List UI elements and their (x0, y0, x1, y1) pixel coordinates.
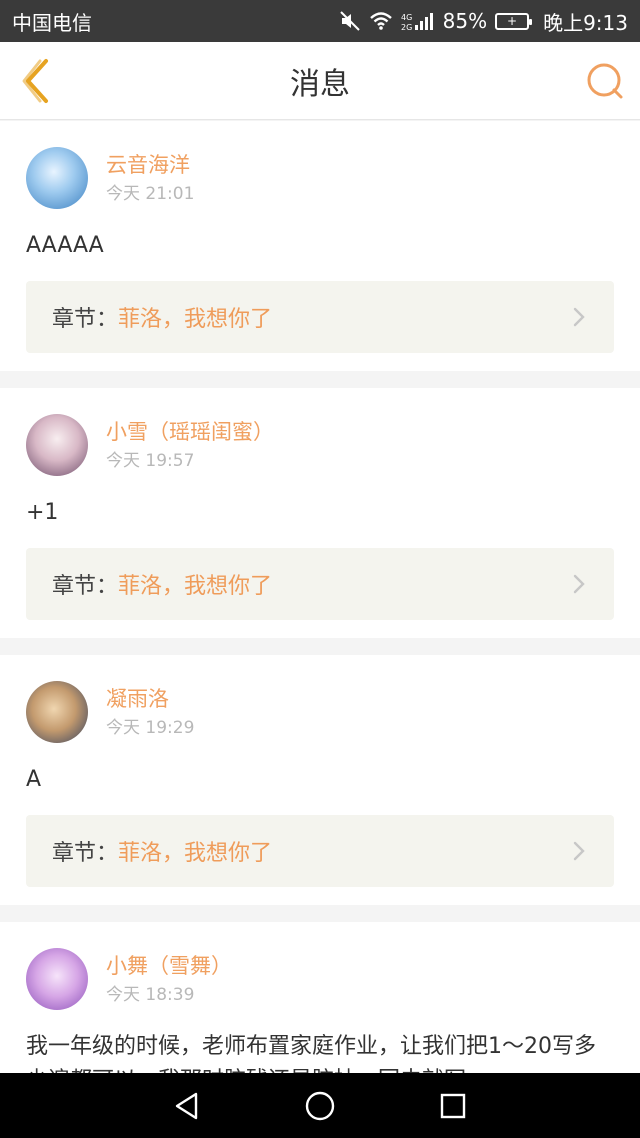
square-recents-icon (441, 1093, 466, 1118)
search-icon (587, 63, 623, 99)
recents-key[interactable] (423, 1076, 483, 1136)
chapter-title: 菲洛，我想你了 (118, 574, 273, 599)
message-card: 小雪（瑶瑶闺蜜） 今天 19:57 +1 章节： 菲洛，我想你了 (0, 388, 640, 638)
battery-icon: + (495, 12, 533, 30)
back-button[interactable] (14, 56, 58, 106)
message-text: AAAAA (26, 233, 104, 258)
message-card: 云音海洋 今天 21:01 AAAAA 章节： 菲洛，我想你了 (0, 121, 640, 371)
chapter-link[interactable]: 章节： 菲洛，我想你了 (26, 548, 614, 620)
message-text: A (26, 767, 42, 792)
svg-text:4G: 4G (401, 13, 412, 22)
message-list[interactable]: 云音海洋 今天 21:01 AAAAA 章节： 菲洛，我想你了 小雪（瑶瑶闺蜜）… (0, 121, 640, 1073)
app-header: 消息 (0, 42, 640, 120)
username[interactable]: 云音海洋 (106, 150, 194, 180)
triangle-back-icon (175, 1092, 197, 1119)
message-card: 小舞（雪舞） 今天 18:39 我一年级的时候，老师布置家庭作业，让我们把1～2… (0, 922, 640, 1073)
chevron-right-icon (572, 305, 588, 329)
timestamp: 今天 19:57 (106, 451, 195, 471)
status-icons: 4G 2G 85% + 晚上9:13 (339, 7, 628, 36)
avatar[interactable] (26, 681, 88, 743)
chapter-title: 菲洛，我想你了 (118, 307, 273, 332)
avatar[interactable] (26, 948, 88, 1010)
username[interactable]: 小舞（雪舞） (106, 951, 232, 981)
chevron-left-icon (22, 59, 48, 103)
circle-home-icon (305, 1091, 335, 1120)
chapter-link[interactable]: 章节： 菲洛，我想你了 (26, 281, 614, 353)
clock: 晚上9:13 (543, 10, 628, 35)
chevron-right-icon (572, 572, 588, 596)
signal-icon: 4G 2G (401, 11, 435, 31)
home-key[interactable] (290, 1076, 350, 1136)
timestamp: 今天 21:01 (106, 184, 195, 204)
back-key[interactable] (157, 1076, 217, 1136)
chapter-title: 菲洛，我想你了 (118, 841, 273, 866)
status-bar: 中国电信 4G 2G 85% + 晚上9:13 (0, 0, 640, 42)
message-card: 凝雨洛 今天 19:29 A 章节： 菲洛，我想你了 (0, 655, 640, 905)
message-text: +1 (26, 500, 59, 525)
carrier-label: 中国电信 (12, 10, 92, 35)
battery-percent: 85% (442, 9, 488, 33)
chapter-label: 章节： (52, 841, 119, 866)
page-title: 消息 (290, 66, 350, 102)
svg-text:2G: 2G (401, 23, 412, 31)
username[interactable]: 小雪（瑶瑶闺蜜） (106, 417, 274, 447)
chapter-link[interactable]: 章节： 菲洛，我想你了 (26, 815, 614, 887)
avatar[interactable] (26, 147, 88, 209)
chapter-label: 章节： (52, 574, 119, 599)
search-button[interactable] (584, 60, 626, 102)
timestamp: 今天 18:39 (106, 985, 195, 1005)
chevron-right-icon (572, 839, 588, 863)
message-text: 我一年级的时候，老师布置家庭作业，让我们把1～20写多少遍都可以，我那时脑残还是… (26, 1034, 596, 1073)
avatar[interactable] (26, 414, 88, 476)
chapter-label: 章节： (52, 307, 119, 332)
wifi-icon (369, 11, 393, 31)
system-navigation-bar (0, 1073, 640, 1138)
username[interactable]: 凝雨洛 (106, 684, 194, 714)
mute-icon (339, 10, 361, 32)
timestamp: 今天 19:29 (106, 718, 195, 738)
